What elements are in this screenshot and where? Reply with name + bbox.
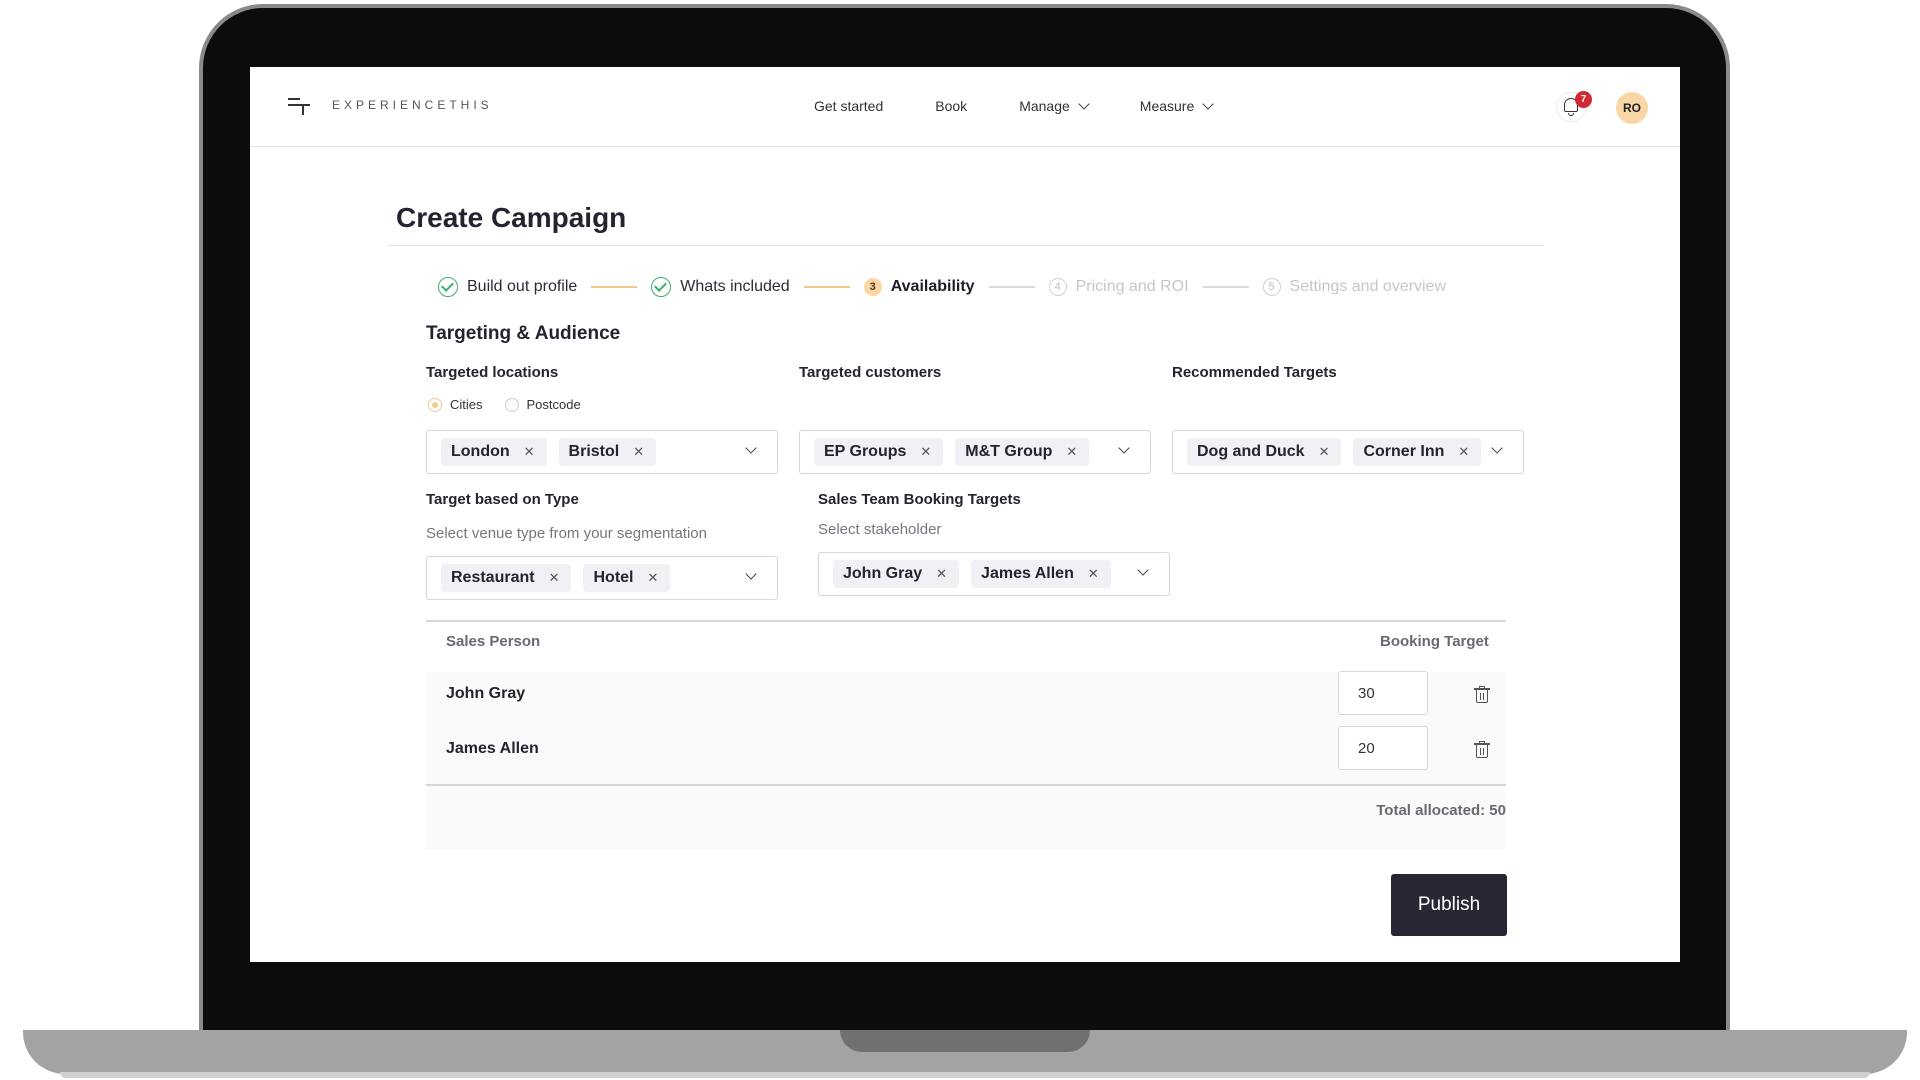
- chip-dog-and-duck: Dog and Duck ✕: [1187, 438, 1342, 466]
- targeted-locations-label: Targeted locations: [426, 364, 559, 381]
- chip-restaurant: Restaurant ✕: [441, 564, 572, 592]
- targeted-locations-select[interactable]: London ✕ Bristol ✕: [426, 430, 778, 474]
- remove-chip-icon[interactable]: ✕: [633, 444, 644, 460]
- step-availability[interactable]: 3 Availability: [863, 278, 975, 296]
- recommended-targets-select[interactable]: Dog and Duck ✕ Corner Inn ✕: [1172, 430, 1524, 474]
- target-type-label: Target based on Type: [426, 491, 579, 508]
- chevron-down-icon[interactable]: [745, 568, 757, 580]
- remove-chip-icon[interactable]: ✕: [1458, 444, 1469, 460]
- logo-mark-icon: [288, 95, 310, 115]
- trash-icon[interactable]: [1474, 686, 1490, 704]
- chip-john-gray: John Gray ✕: [833, 560, 960, 588]
- venue-type-select[interactable]: Restaurant ✕ Hotel ✕: [426, 556, 778, 600]
- table-row-name: James Allen: [446, 740, 539, 757]
- chip-corner-inn: Corner Inn ✕: [1353, 438, 1482, 466]
- page-title: Create Campaign: [396, 202, 627, 233]
- step-build-out-profile[interactable]: Build out profile: [438, 277, 577, 297]
- nav-get-started[interactable]: Get started: [814, 98, 883, 114]
- chip-ep-groups: EP Groups ✕: [814, 438, 944, 466]
- radio-postcode-label: Postcode: [526, 397, 581, 412]
- step-connector: [803, 286, 850, 288]
- publish-button[interactable]: Publish: [1391, 874, 1507, 936]
- user-avatar[interactable]: RO: [1616, 92, 1648, 124]
- remove-chip-icon[interactable]: ✕: [936, 566, 947, 582]
- check-circle-icon: [651, 277, 672, 297]
- chevron-down-icon[interactable]: [745, 442, 757, 454]
- table-top-divider: [426, 620, 1506, 622]
- step-whats-included[interactable]: Whats included: [651, 277, 790, 297]
- step-number: 5: [1262, 278, 1281, 296]
- column-header-booking-target: Booking Target: [1380, 633, 1489, 650]
- notification-count-badge: 7: [1575, 91, 1592, 108]
- laptop-notch: [840, 1030, 1090, 1052]
- laptop-base-shadow: [60, 1072, 1870, 1078]
- chevron-down-icon: [1078, 98, 1090, 110]
- nav-book[interactable]: Book: [935, 98, 967, 114]
- chip-london: London ✕: [441, 438, 547, 466]
- remove-chip-icon[interactable]: ✕: [549, 570, 560, 586]
- chevron-down-icon[interactable]: [1137, 564, 1149, 576]
- remove-chip-icon[interactable]: ✕: [647, 570, 658, 586]
- stakeholder-select[interactable]: John Gray ✕ James Allen ✕: [818, 552, 1170, 596]
- top-navigation-bar: EXPERIENCETHIS Get started Book Manage M…: [250, 67, 1680, 147]
- chip-james-allen: James Allen ✕: [971, 560, 1111, 588]
- targeted-customers-select[interactable]: EP Groups ✕ M&T Group ✕: [799, 430, 1151, 474]
- targeted-customers-label: Targeted customers: [799, 364, 942, 381]
- logo[interactable]: EXPERIENCETHIS: [288, 95, 493, 115]
- chevron-down-icon[interactable]: [1491, 442, 1503, 454]
- chevron-down-icon: [1202, 98, 1214, 110]
- recommended-targets-label: Recommended Targets: [1172, 364, 1337, 381]
- remove-chip-icon[interactable]: ✕: [524, 444, 535, 460]
- check-circle-icon: [438, 277, 458, 297]
- remove-chip-icon[interactable]: ✕: [1088, 566, 1099, 582]
- table-bottom-divider: [426, 784, 1506, 786]
- remove-chip-icon[interactable]: ✕: [920, 444, 931, 460]
- chevron-down-icon[interactable]: [1118, 442, 1130, 454]
- target-type-hint: Select venue type from your segmentation: [426, 525, 707, 542]
- remove-chip-icon[interactable]: ✕: [1319, 444, 1330, 460]
- step-connector: [1202, 286, 1249, 288]
- step-number: 3: [863, 278, 882, 296]
- column-header-sales-person: Sales Person: [446, 633, 541, 650]
- step-connector: [591, 286, 638, 288]
- logo-text: EXPERIENCETHIS: [332, 98, 493, 112]
- step-pricing-and-roi[interactable]: 4 Pricing and ROI: [1048, 278, 1189, 296]
- step-number: 4: [1048, 278, 1067, 296]
- trash-icon[interactable]: [1474, 741, 1490, 759]
- radio-cities-label: Cities: [450, 397, 483, 412]
- sales-team-targets-hint: Select stakeholder: [818, 521, 942, 538]
- chip-hotel: Hotel ✕: [583, 564, 671, 592]
- radio-postcode[interactable]: [504, 397, 519, 412]
- remove-chip-icon[interactable]: ✕: [1066, 444, 1077, 460]
- progress-stepper: Build out profile Whats included 3 Avail…: [438, 276, 1446, 298]
- booking-target-input[interactable]: 30: [1338, 671, 1428, 715]
- main-nav: Get started Book Manage Measure: [814, 98, 1264, 114]
- section-title: Targeting & Audience: [426, 323, 621, 344]
- total-allocated: Total allocated: 50: [1376, 802, 1506, 819]
- booking-target-input[interactable]: 20: [1338, 726, 1428, 770]
- sales-team-targets-label: Sales Team Booking Targets: [818, 491, 1021, 508]
- app-screen: EXPERIENCETHIS Get started Book Manage M…: [250, 67, 1680, 962]
- step-settings-and-overview[interactable]: 5 Settings and overview: [1262, 278, 1446, 296]
- chip-mt-group: M&T Group ✕: [955, 438, 1090, 466]
- radio-cities[interactable]: [428, 397, 442, 412]
- nav-manage[interactable]: Manage: [1019, 98, 1090, 114]
- location-type-radio-group: Cities Postcode: [428, 397, 581, 412]
- table-row-name: John Gray: [446, 685, 526, 702]
- chip-bristol: Bristol ✕: [558, 438, 657, 466]
- title-divider: [388, 245, 1544, 246]
- step-connector: [988, 286, 1035, 288]
- nav-measure[interactable]: Measure: [1140, 98, 1214, 114]
